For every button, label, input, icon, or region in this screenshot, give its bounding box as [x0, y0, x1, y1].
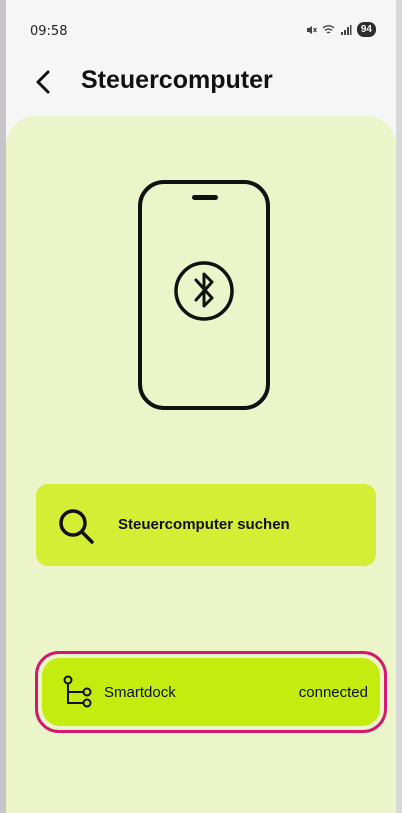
- signal-icon: [340, 24, 352, 35]
- page-title: Steuercomputer: [81, 66, 273, 94]
- search-button-label: Steuercomputer suchen: [118, 516, 290, 533]
- app-screen: 09:58 94 Steuercomputer Steuercomputer s…: [6, 0, 396, 813]
- phone-bluetooth-icon: [138, 180, 270, 410]
- search-icon: [59, 509, 94, 544]
- mute-icon: [306, 25, 317, 34]
- status-bar: 09:58 94: [6, 0, 396, 60]
- back-arrow-icon[interactable]: [30, 68, 58, 96]
- network-tree-icon: [63, 675, 92, 708]
- search-controller-button[interactable]: Steuercomputer suchen: [36, 484, 376, 566]
- wifi-icon: [322, 24, 335, 34]
- device-item-smartdock[interactable]: Smartdock connected: [42, 658, 380, 726]
- header: Steuercomputer: [6, 58, 396, 106]
- scroll-edge: [396, 0, 402, 813]
- status-time: 09:58: [30, 24, 68, 39]
- status-icons: 94: [305, 22, 376, 37]
- device-status: connected: [298, 684, 368, 701]
- battery-badge: 94: [356, 22, 376, 37]
- device-name: Smartdock: [104, 684, 176, 701]
